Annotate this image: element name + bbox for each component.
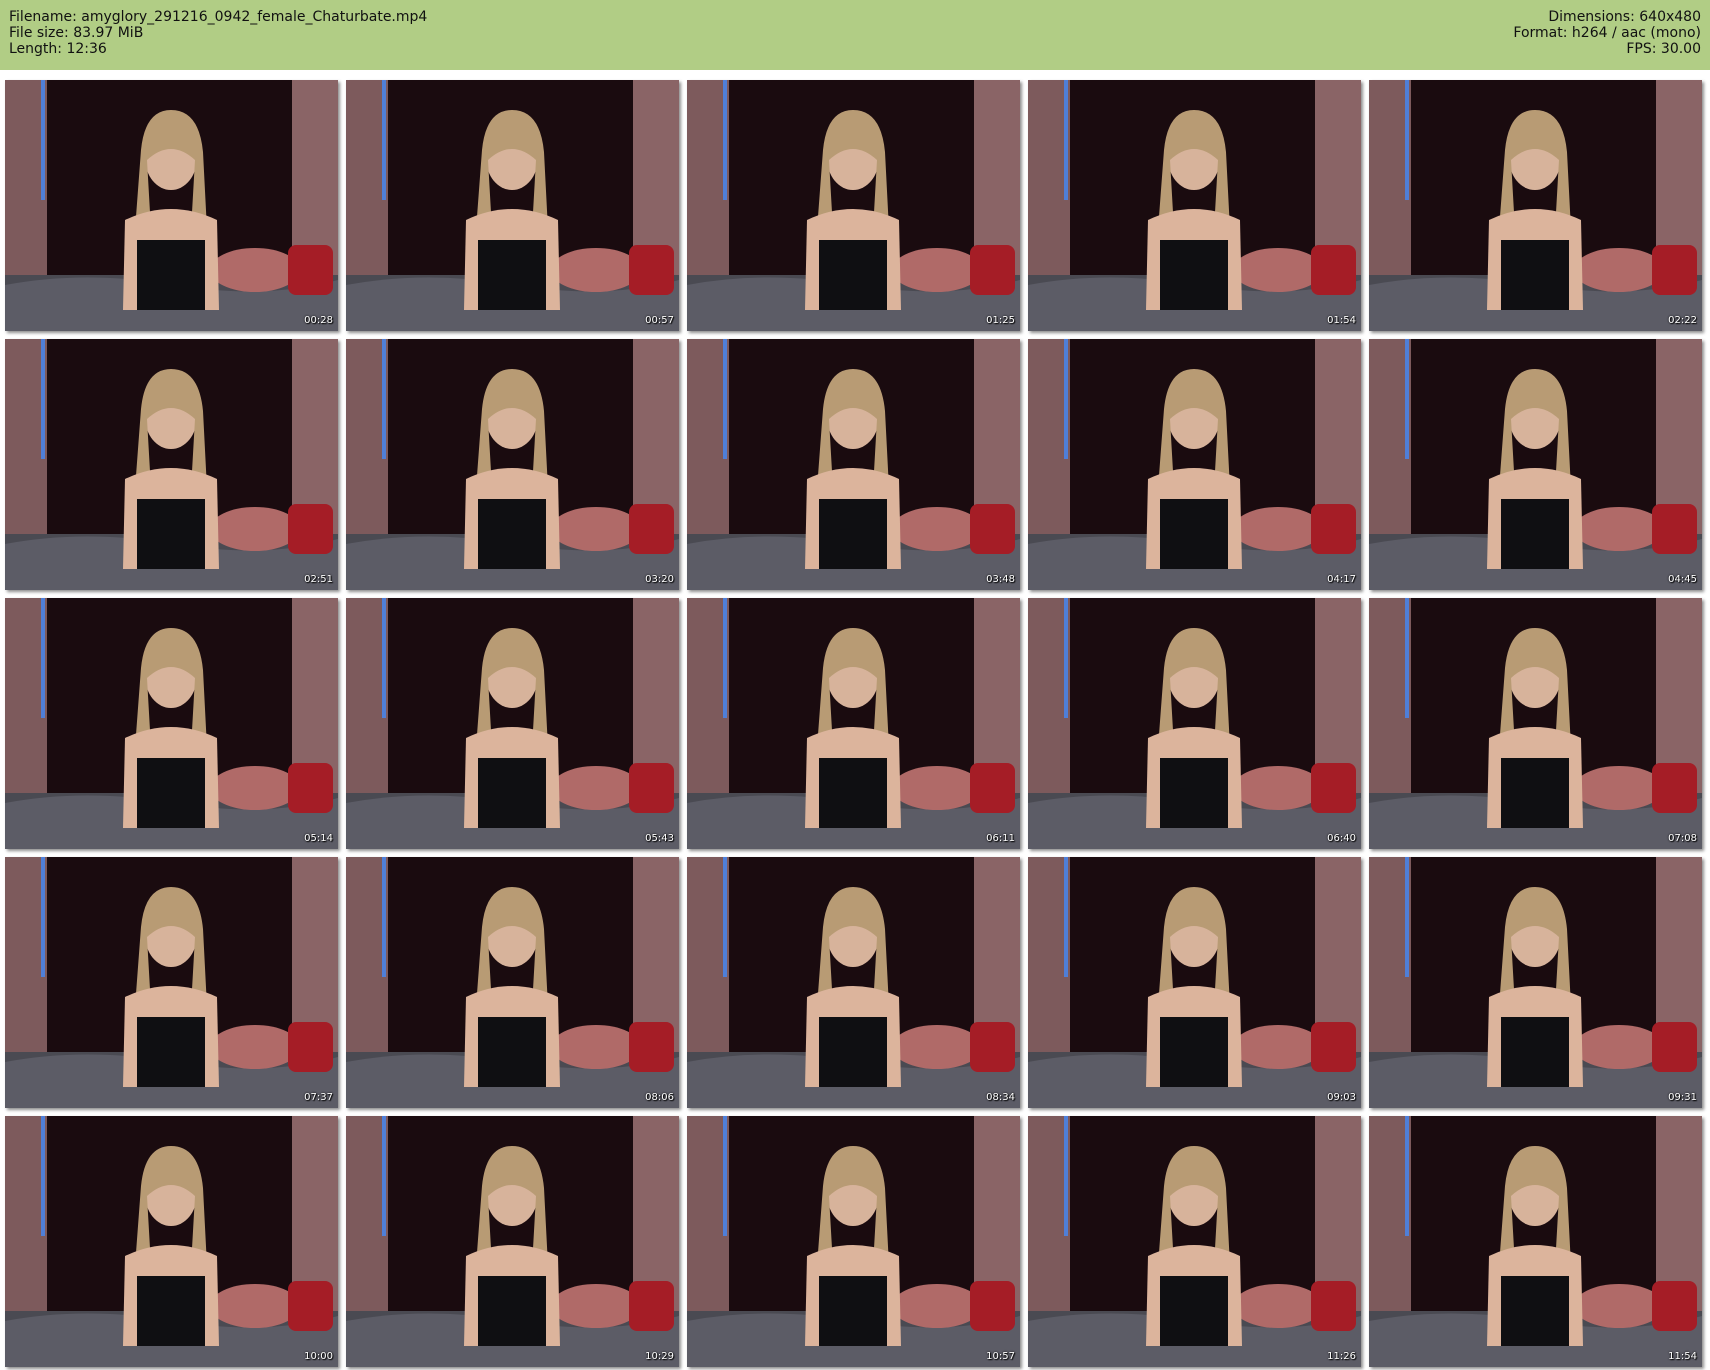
fps-text: FPS: 30.00 (1626, 41, 1701, 57)
thumbnail-timestamp: 00:57 (645, 315, 674, 326)
thumbnail-frame-image (5, 1116, 338, 1367)
video-thumbnail: 05:43 (346, 598, 679, 849)
thumbnail-frame-image (1028, 339, 1361, 590)
thumbnail-timestamp: 01:25 (986, 315, 1015, 326)
video-thumbnail: 04:17 (1028, 339, 1361, 590)
thumbnail-timestamp: 02:22 (1668, 315, 1697, 326)
thumbnail-frame-image (687, 80, 1020, 331)
thumbnail-frame-image (346, 339, 679, 590)
video-thumbnail: 00:57 (346, 80, 679, 331)
thumbnail-frame-image (687, 857, 1020, 1108)
video-thumbnail: 11:54 (1369, 1116, 1702, 1367)
thumbnail-frame-image (1028, 1116, 1361, 1367)
thumbnail-frame-image (1028, 598, 1361, 849)
thumbnail-timestamp: 07:08 (1668, 833, 1697, 844)
thumbnail-frame-image (346, 80, 679, 331)
video-thumbnail: 00:28 (5, 80, 338, 331)
thumbnail-frame-image (1369, 1116, 1702, 1367)
format-text: Format: h264 / aac (mono) (1513, 25, 1701, 41)
video-thumbnail: 03:20 (346, 339, 679, 590)
video-thumbnail: 10:00 (5, 1116, 338, 1367)
video-thumbnail: 05:14 (5, 598, 338, 849)
thumbnail-timestamp: 11:26 (1327, 1351, 1356, 1362)
video-thumbnail: 10:29 (346, 1116, 679, 1367)
file-info-left: Filename: amyglory_291216_0942_female_Ch… (9, 9, 427, 57)
thumbnail-timestamp: 09:31 (1668, 1092, 1697, 1103)
thumbnail-timestamp: 06:40 (1327, 833, 1356, 844)
filename-text: Filename: amyglory_291216_0942_female_Ch… (9, 9, 428, 25)
thumbnail-frame-image (5, 857, 338, 1108)
thumbnail-timestamp: 01:54 (1327, 315, 1356, 326)
thumbnail-frame-image (687, 598, 1020, 849)
info-header: Filename: amyglory_291216_0942_female_Ch… (0, 0, 1710, 70)
thumbnail-timestamp: 03:48 (986, 574, 1015, 585)
thumbnail-frame-image (346, 598, 679, 849)
thumbnail-frame-image (5, 339, 338, 590)
thumbnail-timestamp: 04:17 (1327, 574, 1356, 585)
video-thumbnail: 07:08 (1369, 598, 1702, 849)
thumbnail-frame-image (346, 1116, 679, 1367)
video-thumbnail: 02:51 (5, 339, 338, 590)
video-thumbnail: 01:54 (1028, 80, 1361, 331)
thumbnail-timestamp: 10:57 (986, 1351, 1015, 1362)
thumbnail-frame-image (5, 80, 338, 331)
thumbnail-frame-image (687, 339, 1020, 590)
video-thumbnail: 08:06 (346, 857, 679, 1108)
dimensions-text: Dimensions: 640x480 (1548, 9, 1701, 25)
thumbnail-timestamp: 10:00 (304, 1351, 333, 1362)
thumbnail-timestamp: 06:11 (986, 833, 1015, 844)
thumbnail-timestamp: 11:54 (1668, 1351, 1697, 1362)
thumbnail-timestamp: 08:34 (986, 1092, 1015, 1103)
thumbnail-grid: 00:28 00:57 01:25 01:54 02:22 02:51 03:2… (5, 80, 1702, 1367)
filesize-text: File size: 83.97 MiB (9, 25, 144, 41)
thumbnail-timestamp: 08:06 (645, 1092, 674, 1103)
video-thumbnail: 08:34 (687, 857, 1020, 1108)
thumbnail-timestamp: 04:45 (1668, 574, 1697, 585)
video-thumbnail: 02:22 (1369, 80, 1702, 331)
thumbnail-frame-image (1369, 339, 1702, 590)
thumbnail-timestamp: 00:28 (304, 315, 333, 326)
thumbnail-timestamp: 02:51 (304, 574, 333, 585)
thumbnail-frame-image (5, 598, 338, 849)
thumbnail-frame-image (687, 1116, 1020, 1367)
video-thumbnail: 11:26 (1028, 1116, 1361, 1367)
thumbnail-frame-image (1028, 80, 1361, 331)
video-thumbnail: 06:11 (687, 598, 1020, 849)
thumbnail-timestamp: 09:03 (1327, 1092, 1356, 1103)
thumbnail-frame-image (346, 857, 679, 1108)
length-text: Length: 12:36 (9, 41, 107, 57)
video-thumbnail: 09:03 (1028, 857, 1361, 1108)
thumbnail-timestamp: 07:37 (304, 1092, 333, 1103)
video-thumbnail: 07:37 (5, 857, 338, 1108)
thumbnail-timestamp: 05:14 (304, 833, 333, 844)
video-thumbnail: 01:25 (687, 80, 1020, 331)
thumbnail-frame-image (1369, 80, 1702, 331)
thumbnail-timestamp: 05:43 (645, 833, 674, 844)
thumbnail-frame-image (1369, 857, 1702, 1108)
thumbnail-timestamp: 10:29 (645, 1351, 674, 1362)
thumbnail-timestamp: 03:20 (645, 574, 674, 585)
video-thumbnail: 04:45 (1369, 339, 1702, 590)
video-thumbnail: 09:31 (1369, 857, 1702, 1108)
thumbnail-frame-image (1028, 857, 1361, 1108)
video-thumbnail: 06:40 (1028, 598, 1361, 849)
thumbnail-frame-image (1369, 598, 1702, 849)
video-thumbnail: 10:57 (687, 1116, 1020, 1367)
video-thumbnail: 03:48 (687, 339, 1020, 590)
file-info-right: Dimensions: 640x480 Format: h264 / aac (… (1513, 9, 1701, 57)
